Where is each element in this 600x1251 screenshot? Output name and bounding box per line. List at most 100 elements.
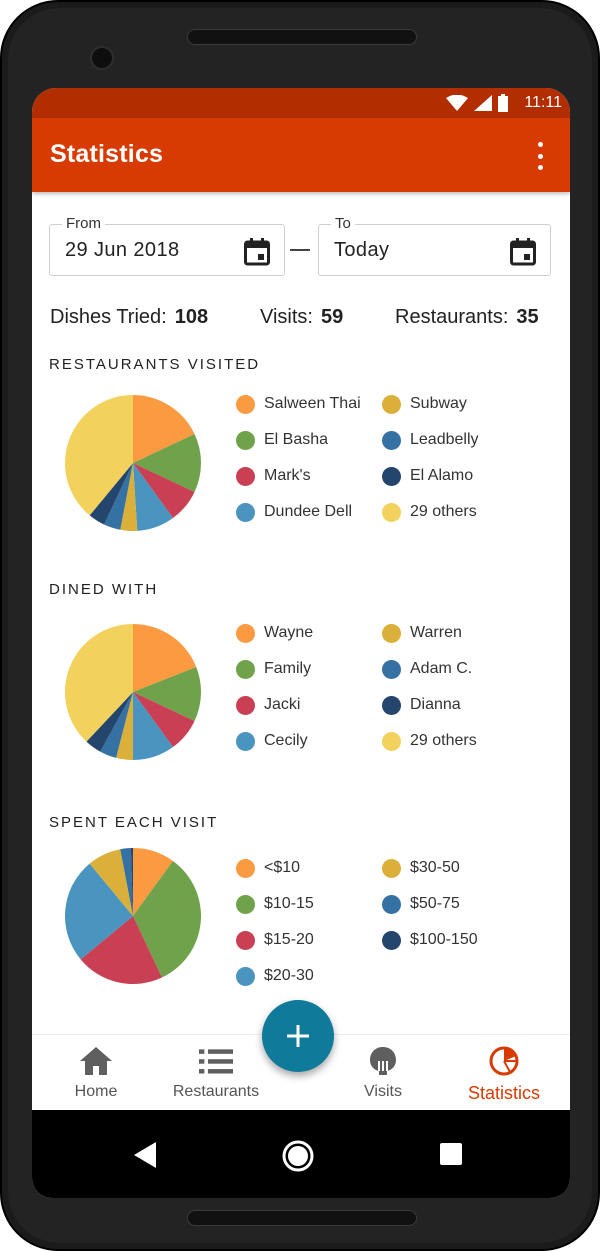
legend-label: $20-30	[264, 967, 314, 984]
legend-item: Jacki	[236, 694, 300, 716]
section-title-dined-with: DINED WITH	[49, 581, 159, 598]
legend-swatch	[382, 502, 401, 522]
legend-swatch	[382, 731, 401, 751]
legend-item: Salween Thai	[236, 393, 361, 415]
from-label: From	[62, 215, 105, 232]
legend-item: Dundee Dell	[236, 501, 352, 523]
legend-item: Mark's	[236, 465, 311, 487]
nav-item-restaurants[interactable]: Restaurants	[164, 1035, 268, 1111]
to-date-field[interactable]: To Today	[318, 215, 551, 276]
legend-swatch	[236, 695, 255, 715]
legend-label: Dianna	[410, 696, 461, 713]
legend-item: Cecily	[236, 730, 308, 752]
calendar-icon[interactable]	[510, 238, 536, 266]
nav-label-statistics: Statistics	[467, 1083, 541, 1103]
legend-item: $50-75	[382, 893, 460, 915]
legend-swatch	[382, 894, 401, 914]
pie-chart-icon	[487, 1045, 521, 1077]
visits-value: 59	[320, 306, 344, 328]
more-vert-icon	[537, 142, 543, 147]
list-icon	[199, 1045, 233, 1077]
utensils-icon	[366, 1045, 400, 1077]
legend-item: $20-30	[236, 965, 314, 987]
legend-label: 29 others	[410, 732, 477, 749]
legend-item: El Alamo	[382, 465, 473, 487]
legend-label: Warren	[410, 624, 462, 641]
legend-label: Adam C.	[410, 660, 473, 677]
spent-pie-chart	[65, 848, 202, 984]
legend-label: Wayne	[264, 624, 314, 641]
legend-label: $100-150	[410, 931, 478, 948]
legend-label: $50-75	[410, 895, 460, 912]
status-time: 11:11	[524, 94, 562, 111]
legend-label: El Basha	[264, 431, 329, 448]
legend-label: Subway	[410, 395, 467, 412]
from-date-field[interactable]: From 29 Jun 2018	[49, 215, 285, 276]
app-bar: Statistics	[32, 118, 570, 192]
legend-label: Family	[264, 660, 312, 677]
earpiece	[187, 29, 417, 45]
nav-item-statistics[interactable]: Statistics	[456, 1035, 552, 1111]
section-title-spent: SPENT EACH VISIT	[49, 814, 219, 831]
restaurants-legend: Salween Thai El Basha Mark's Dundee Dell Sub…	[236, 394, 536, 534]
dishes-label: Dishes Tried:	[50, 306, 167, 328]
nav-label-visits: Visits	[364, 1083, 402, 1100]
legend-swatch	[236, 894, 255, 914]
nav-label-home: Home	[74, 1083, 118, 1100]
legend-swatch	[236, 466, 255, 486]
legend-item: $30-50	[382, 857, 460, 879]
legend-label: Leadbelly	[410, 431, 479, 448]
legend-label: Salween Thai	[264, 395, 361, 412]
legend-item: Dianna	[382, 694, 461, 716]
add-visit-button[interactable]	[262, 1000, 334, 1072]
to-date-value: Today	[334, 239, 390, 261]
legend-swatch	[382, 466, 401, 486]
nav-item-home[interactable]: Home	[56, 1035, 136, 1111]
dishes-count: Dishes Tried: 108	[50, 306, 208, 329]
legend-swatch	[236, 858, 255, 878]
dined-with-pie-chart	[65, 624, 202, 760]
home-icon	[79, 1045, 113, 1077]
legend-swatch	[382, 659, 401, 679]
legend-item: Leadbelly	[382, 429, 479, 451]
legend-item: Warren	[382, 622, 462, 644]
status-icons	[446, 94, 508, 112]
legend-label: $30-50	[410, 859, 460, 876]
legend-item: El Basha	[236, 429, 328, 451]
legend-swatch	[382, 858, 401, 878]
overflow-menu-button[interactable]	[530, 142, 550, 170]
nav-label-restaurants: Restaurants	[172, 1083, 260, 1100]
legend-label: Jacki	[264, 696, 301, 713]
summary-counts: Dishes Tried: 108 Visits: 59 Restaurants: 3…	[50, 306, 552, 332]
status-bar: 11:11	[32, 88, 570, 118]
battery-icon	[498, 94, 508, 112]
legend-label: Cecily	[264, 732, 308, 749]
legend-swatch	[382, 930, 401, 950]
legend-item: $100-150	[382, 929, 478, 951]
signal-icon	[474, 95, 492, 111]
back-icon[interactable]	[134, 1142, 158, 1168]
to-label: To	[331, 215, 355, 232]
legend-swatch	[382, 394, 401, 414]
dined-with-legend: Wayne Family Jacki Cecily Warren Adam C. Diann…	[236, 623, 536, 763]
nav-item-visits[interactable]: Visits	[344, 1035, 422, 1111]
recents-icon[interactable]	[440, 1143, 462, 1165]
legend-swatch	[236, 394, 255, 414]
calendar-icon[interactable]	[244, 238, 270, 266]
legend-swatch	[236, 659, 255, 679]
system-navigation-bar	[32, 1110, 570, 1198]
front-camera	[90, 46, 114, 70]
legend-swatch	[236, 731, 255, 751]
spent-legend: <$10 $10-15 $15-20 $20-30 $30-50 $50-75 $100-1…	[236, 858, 536, 998]
legend-item: Adam C.	[382, 658, 472, 680]
home-circle-icon[interactable]	[282, 1140, 314, 1172]
legend-label: $10-15	[264, 895, 314, 912]
legend-swatch	[236, 502, 255, 522]
more-vert-dot	[537, 153, 543, 159]
plus-icon	[287, 1025, 309, 1047]
legend-label: Dundee Dell	[264, 503, 353, 520]
more-vert-dot	[537, 165, 543, 170]
legend-swatch	[382, 430, 401, 450]
visits-count: Visits: 59	[260, 306, 343, 329]
speaker-grille	[187, 1210, 417, 1226]
